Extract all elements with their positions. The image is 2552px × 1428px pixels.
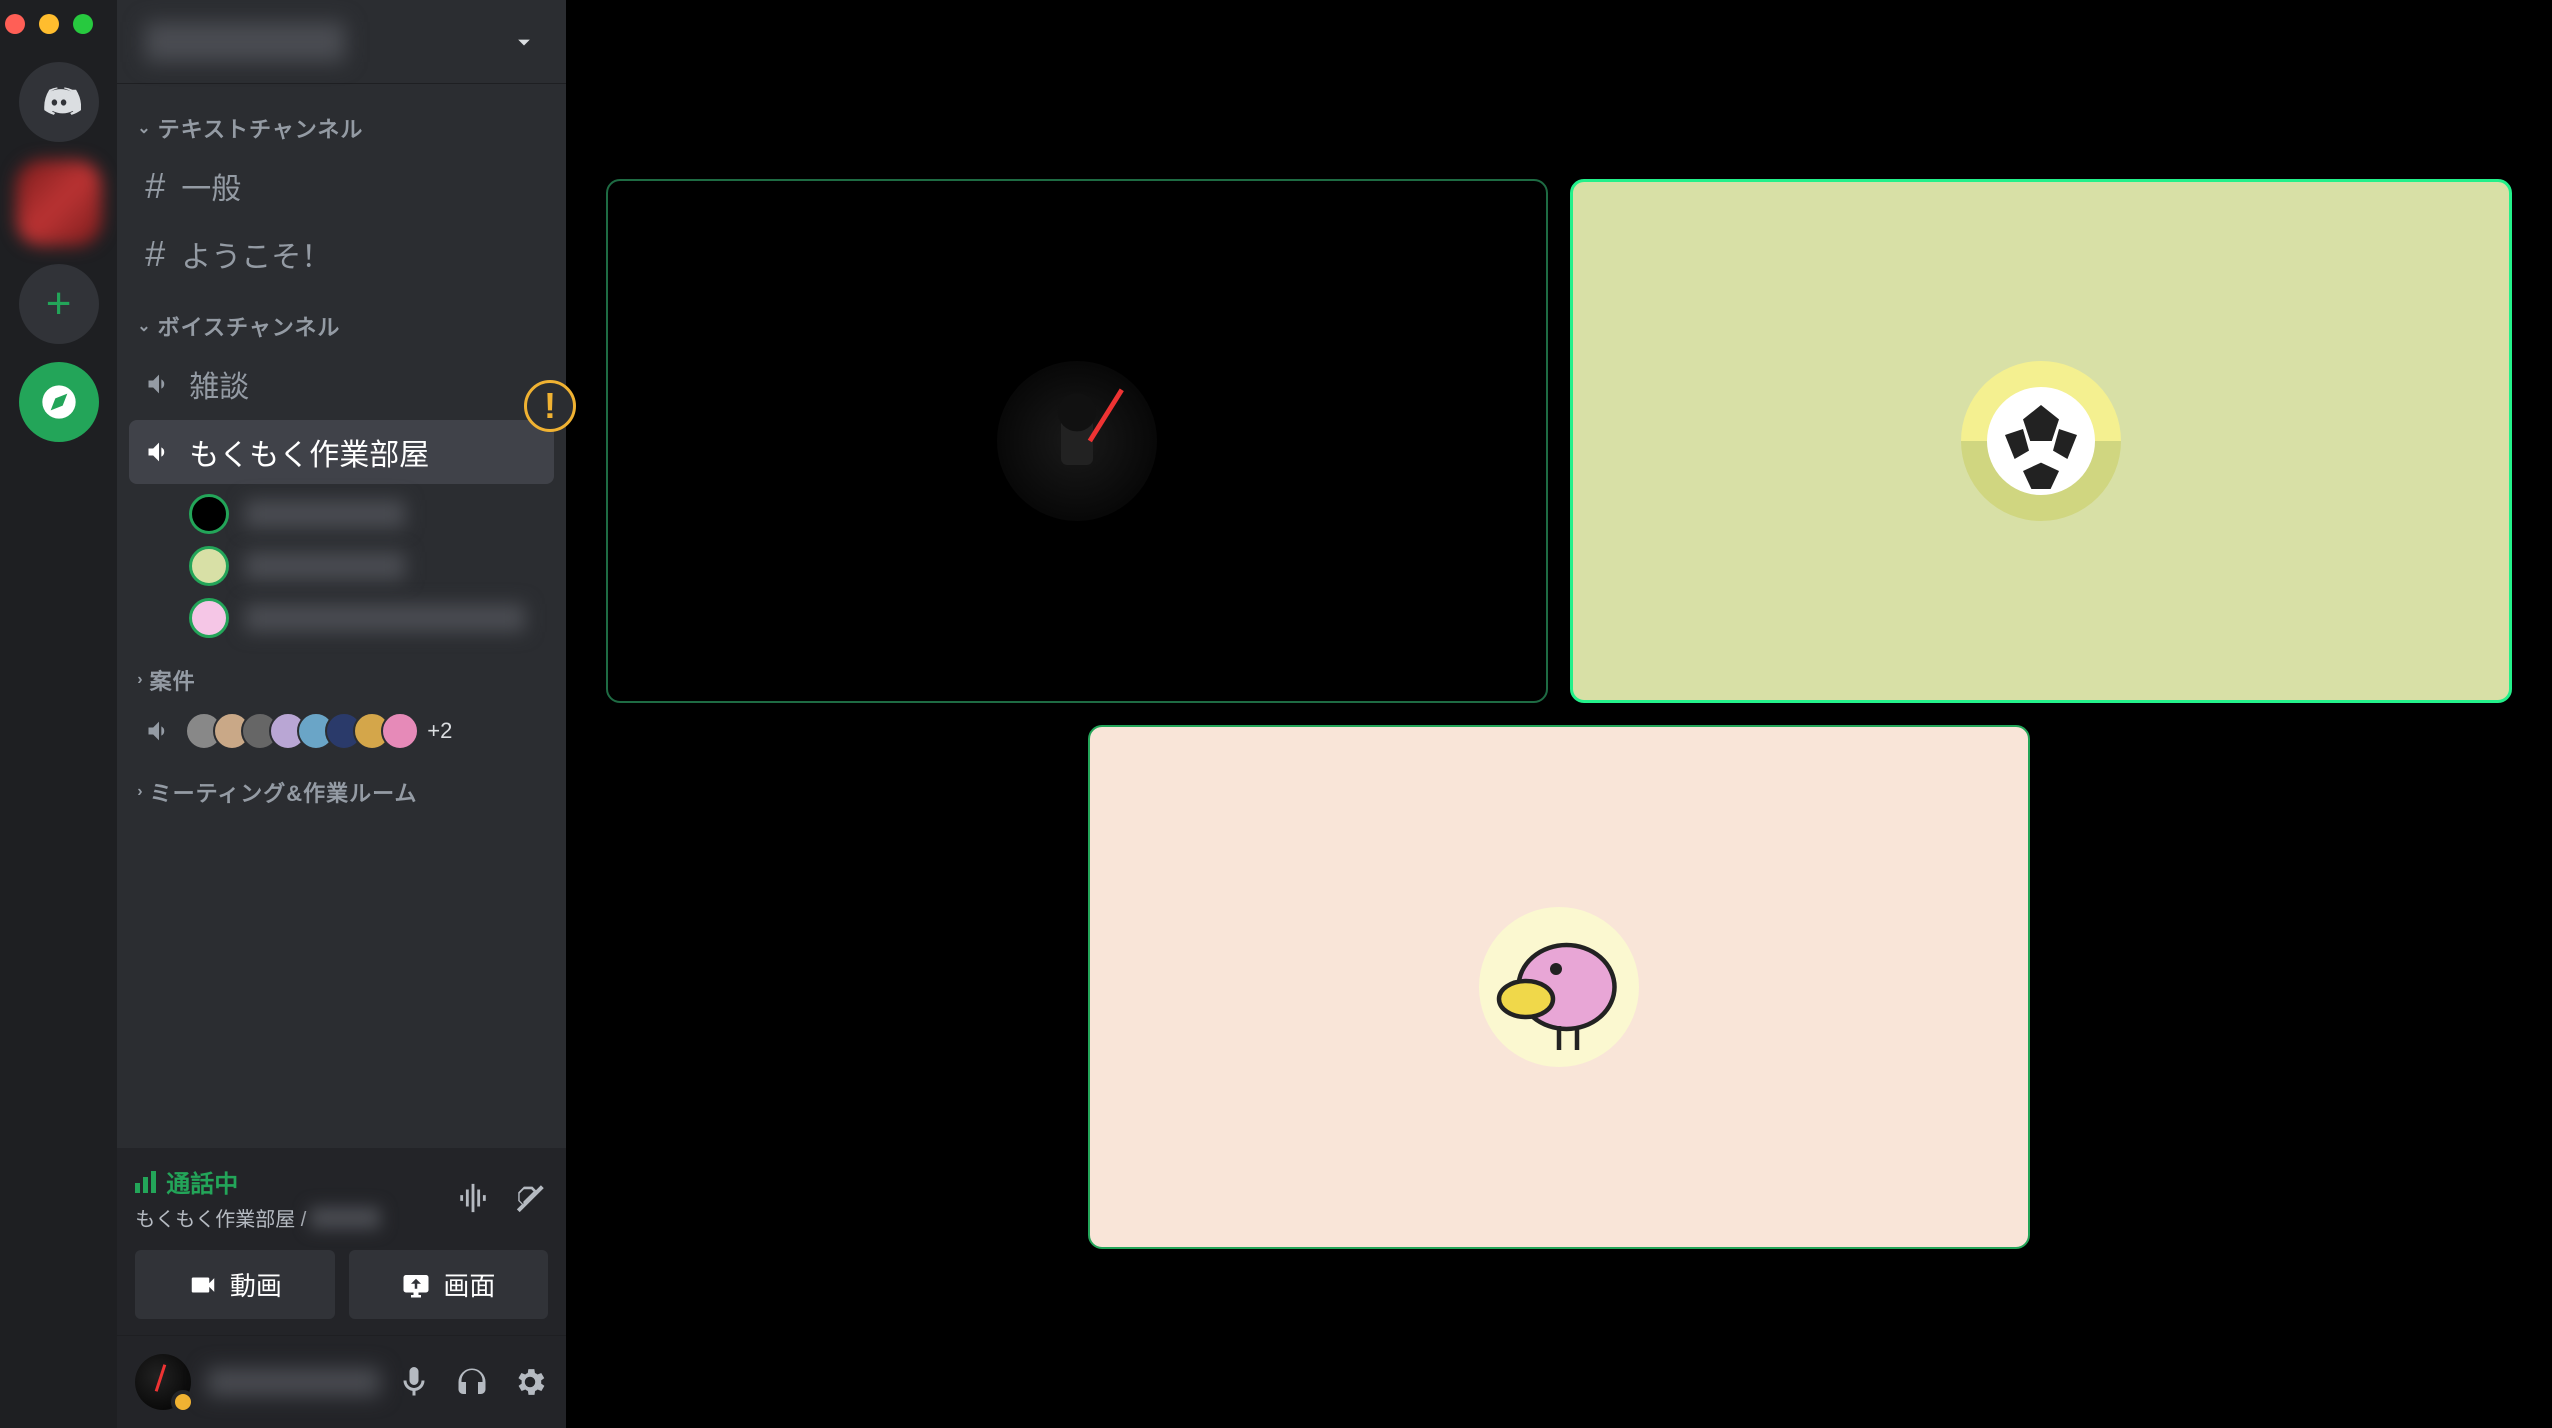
participant-tile-3[interactable]: [1088, 725, 2030, 1249]
speaker-icon: [145, 438, 173, 466]
server-list-column: +: [0, 0, 117, 1428]
username: [245, 552, 405, 580]
server-header[interactable]: [117, 0, 566, 84]
channel-name: もくもく作業部屋: [189, 430, 429, 474]
username: [245, 604, 525, 632]
user-panel: [117, 1336, 566, 1428]
text-channel-general[interactable]: # 一般: [129, 154, 554, 218]
deafen-icon[interactable]: [454, 1364, 490, 1400]
avatar: [381, 712, 419, 750]
category-label: 案件: [150, 664, 196, 696]
mute-icon[interactable]: [396, 1364, 432, 1400]
voice-connection-panel: 通話中 もくもく作業部屋 / 動画 画面: [117, 1148, 566, 1336]
overflow-count: +2: [427, 718, 452, 744]
voice-channel-mokumoku[interactable]: もくもく作業部屋: [129, 420, 554, 484]
chevron-down-icon: [510, 28, 538, 56]
voice-participant-1[interactable]: [129, 488, 554, 540]
home-button[interactable]: [19, 62, 99, 142]
add-server-button[interactable]: +: [19, 264, 99, 344]
button-label: 動画: [230, 1266, 282, 1303]
category-label: ボイスチャンネル: [158, 310, 341, 342]
channel-list-column: ! ⌄ テキストチャンネル # 一般 # ようこそ！ ⌄ ボイスチャンネル 雑談…: [117, 0, 566, 1428]
voice-participant-3[interactable]: [129, 592, 554, 644]
settings-icon[interactable]: [512, 1364, 548, 1400]
avatar: [189, 494, 229, 534]
user-avatar-button[interactable]: [135, 1354, 191, 1410]
voice-call-area: [566, 0, 2552, 1428]
category-label: ミーティング&作業ルーム: [150, 776, 418, 808]
camera-icon: [188, 1270, 218, 1300]
signal-icon: [135, 1171, 156, 1193]
video-button[interactable]: 動画: [135, 1250, 334, 1319]
bird-avatar-icon: [1484, 912, 1634, 1062]
status-indicator: [171, 1390, 195, 1414]
close-window-button[interactable]: [5, 14, 25, 34]
minimize-window-button[interactable]: [39, 14, 59, 34]
category-label: テキストチャンネル: [158, 112, 364, 144]
participant-thumbnails: [185, 712, 419, 750]
screen-icon: [401, 1270, 431, 1300]
noise-suppression-icon[interactable]: [456, 1181, 490, 1215]
server-icon-1[interactable]: [16, 160, 102, 246]
channel-list: ⌄ テキストチャンネル # 一般 # ようこそ！ ⌄ ボイスチャンネル 雑談 も…: [117, 84, 566, 1148]
caret-icon: ⌄: [137, 316, 151, 336]
caret-icon: ›: [137, 671, 143, 689]
vader-avatar-icon: [997, 361, 1157, 521]
maximize-window-button[interactable]: [73, 14, 93, 34]
discord-icon: [37, 80, 81, 124]
category-projects[interactable]: › 案件: [129, 644, 554, 706]
button-label: 画面: [443, 1266, 495, 1303]
text-channel-welcome[interactable]: # ようこそ！: [129, 222, 554, 286]
caret-icon: ›: [137, 783, 143, 801]
voice-channel-chat[interactable]: 雑談: [129, 352, 554, 416]
avatar: [189, 598, 229, 638]
connection-channel-path[interactable]: もくもく作業部屋 /: [135, 1203, 380, 1232]
hash-icon: #: [145, 233, 165, 275]
avatar: [1479, 907, 1639, 1067]
channel-name: 雑談: [189, 362, 249, 406]
collapsed-voice-channel[interactable]: +2: [129, 706, 554, 756]
connection-status[interactable]: 通話中: [135, 1164, 380, 1199]
avatar: [189, 546, 229, 586]
participant-tile-1[interactable]: [606, 179, 1548, 703]
participant-tile-2[interactable]: [1570, 179, 2512, 703]
channel-name: 一般: [181, 164, 241, 208]
window-controls: [5, 14, 93, 34]
notification-badge[interactable]: !: [524, 380, 576, 432]
username: [207, 1368, 380, 1396]
caret-icon: ⌄: [137, 118, 151, 138]
explore-servers-button[interactable]: [19, 362, 99, 442]
channel-name: ようこそ！: [181, 232, 331, 276]
speaker-icon: [145, 717, 173, 745]
hash-icon: #: [145, 165, 165, 207]
category-meeting-room[interactable]: › ミーティング&作業ルーム: [129, 756, 554, 818]
username: [245, 500, 405, 528]
voice-participant-2[interactable]: [129, 540, 554, 592]
server-name: [145, 22, 345, 62]
screen-share-button[interactable]: 画面: [349, 1250, 548, 1319]
compass-icon: [39, 382, 79, 422]
soccer-ball-icon: [1981, 381, 2101, 501]
avatar: [997, 361, 1157, 521]
avatar: [1961, 361, 2121, 521]
category-text-channels[interactable]: ⌄ テキストチャンネル: [129, 92, 554, 154]
status-text: 通話中: [166, 1164, 238, 1199]
category-voice-channels[interactable]: ⌄ ボイスチャンネル: [129, 290, 554, 352]
disconnect-icon[interactable]: [514, 1181, 548, 1215]
speaker-icon: [145, 370, 173, 398]
